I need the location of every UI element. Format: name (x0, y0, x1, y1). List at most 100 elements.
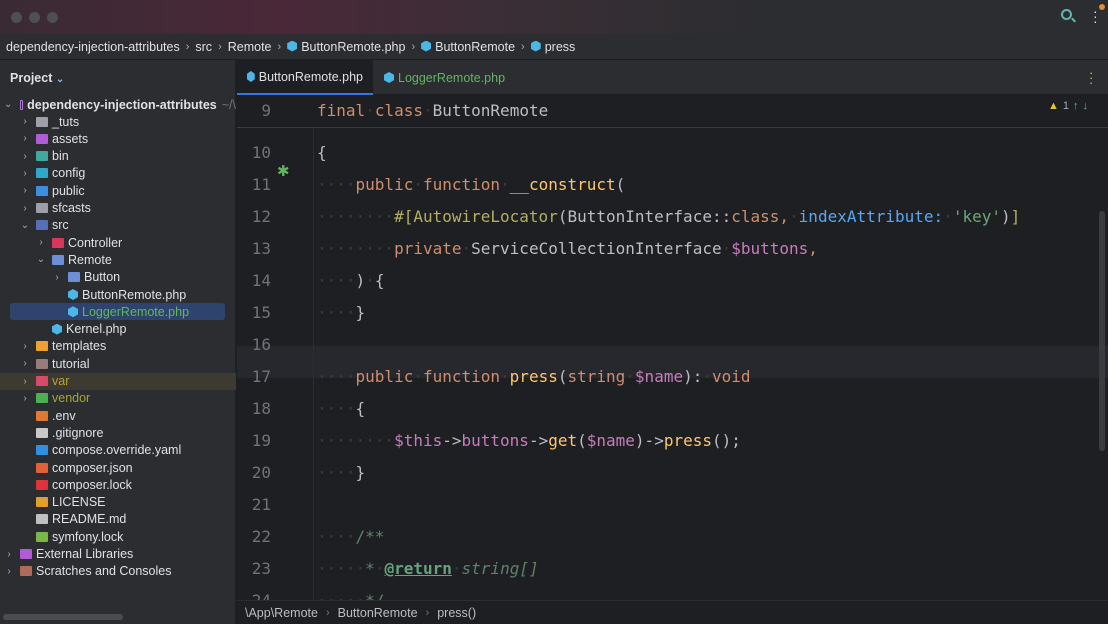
code-token: ···· (317, 367, 356, 386)
tab-button-remote[interactable]: ButtonRemote.php (237, 60, 373, 95)
inspection-widget[interactable]: ▲ 1 ↑ ↓ (1048, 100, 1088, 112)
code-line[interactable]: ········$this->buttons->get($name)->pres… (317, 431, 741, 450)
tree-item[interactable]: › templates (0, 338, 236, 355)
tree-item[interactable]: composer.json (0, 459, 236, 476)
tree-item-label: External Libraries (36, 547, 134, 561)
code-token: , (808, 239, 818, 258)
tree-root[interactable]: ⌄ dependency-injection-attributes ~/\ (0, 96, 236, 113)
code-line[interactable]: ····} (317, 463, 365, 482)
tree-item[interactable]: › public (0, 182, 236, 199)
code-token: ···· (317, 271, 356, 290)
breadcrumb-item[interactable]: src (195, 40, 212, 54)
folder-icon (20, 549, 32, 559)
code-line[interactable]: ········#[AutowireLocator(ButtonInterfac… (317, 207, 1020, 226)
chevron-right-icon: › (23, 133, 27, 145)
code-line[interactable]: final·class·ButtonRemote (317, 101, 548, 120)
project-view-selector[interactable]: Project ⌄ (10, 71, 64, 85)
code-line[interactable]: ····)·{ (317, 271, 384, 290)
tree-item[interactable]: › assets (0, 130, 236, 147)
tree-item[interactable]: › Button (0, 269, 236, 286)
breadcrumb-item[interactable]: ButtonRemote.php (287, 40, 405, 54)
chevron-right-icon: › (23, 358, 27, 370)
tree-item[interactable]: README.md (0, 511, 236, 528)
code-token: ): (683, 367, 703, 386)
tab-label: ButtonRemote.php (258, 69, 363, 84)
tree-item[interactable]: .gitignore (0, 424, 236, 441)
tree-item-label: src (52, 218, 69, 233)
code-line[interactable]: ········private·ServiceCollectionInterfa… (317, 239, 818, 258)
tree-item-label: vendor (52, 391, 91, 406)
breadcrumb-item[interactable]: ButtonRemote (421, 40, 515, 54)
tree-item[interactable]: compose.override.yaml (0, 442, 236, 459)
horizontal-scrollbar[interactable] (3, 614, 123, 620)
tree-item[interactable]: › sfcasts (0, 200, 236, 217)
code-token: } (355, 463, 366, 482)
code-line[interactable]: ·····*·@return·string[] (317, 559, 539, 578)
tree-item[interactable]: › vendor (0, 390, 236, 407)
tree-item[interactable]: › External Libraries (0, 546, 236, 563)
tree-item[interactable]: › bin (0, 148, 236, 165)
code-line[interactable]: { (317, 143, 327, 162)
close-window-button[interactable] (11, 12, 22, 23)
code-line[interactable]: ····/** (317, 527, 384, 546)
tree-item[interactable]: ButtonRemote.php (0, 286, 236, 303)
tree-item[interactable]: › _tuts (0, 113, 236, 130)
code-editor[interactable]: 9 final·class·ButtonRemote 10{11 ····public… (237, 96, 1108, 600)
tree-item[interactable]: .env (0, 407, 236, 424)
code-token: · (461, 239, 472, 258)
tree-item[interactable]: › config (0, 165, 236, 182)
previous-highlight-icon[interactable]: ↑ (1073, 100, 1079, 112)
code-token: , (779, 207, 790, 226)
code-token: (ButtonInterface:: (557, 207, 732, 226)
code-token: ···· (317, 175, 356, 194)
line-number: 22 (251, 527, 271, 546)
tree-item[interactable]: symfony.lock (0, 528, 236, 545)
project-panel: Project ⌄ ⌄ dependency-injection-attribu… (0, 60, 236, 624)
tree-item-label: assets (52, 131, 89, 146)
tree-item[interactable]: › tutorial (0, 355, 236, 372)
tree-item[interactable]: › Controller (0, 234, 236, 251)
code-token: $name (586, 431, 635, 450)
code-token: ········ (317, 431, 395, 450)
tree-item[interactable]: › var (0, 372, 236, 390)
chevron-right-icon: › (185, 40, 190, 53)
line-number: 12 (251, 207, 271, 226)
code-line[interactable]: ····{ (317, 399, 365, 418)
line-number: 21 (251, 495, 271, 514)
tree-item-label: Scratches and Consoles (36, 564, 172, 579)
tree-item[interactable]: › Scratches and Consoles (0, 563, 236, 580)
line-number: 24 (237, 591, 271, 600)
code-line[interactable]: ····public·function·__construct( (317, 175, 625, 194)
minimize-window-button[interactable] (29, 12, 40, 23)
status-breadcrumb-item[interactable]: \App\Remote (245, 606, 318, 620)
status-breadcrumb-item[interactable]: ButtonRemote (338, 606, 418, 620)
code-token: string (567, 367, 626, 386)
code-token: @return (384, 559, 452, 578)
code-token: · (451, 559, 462, 578)
tree-item[interactable]: ⌄ Remote (0, 251, 236, 268)
tab-options-icon[interactable]: · · · (1089, 66, 1093, 89)
code-token: function (422, 367, 501, 386)
vertical-scrollbar[interactable] (1099, 211, 1105, 451)
code-line[interactable]: ····} (317, 303, 365, 322)
next-highlight-icon[interactable]: ↓ (1083, 100, 1089, 112)
tree-item[interactable]: LICENSE (0, 494, 236, 511)
tree-item[interactable]: composer.lock (0, 476, 236, 493)
breadcrumb-item[interactable]: Remote (228, 40, 272, 54)
maximize-window-button[interactable] (47, 12, 58, 23)
breadcrumb-item[interactable]: dependency-injection-attributes (6, 40, 180, 54)
implementation-gutter-icon[interactable]: ✱ (277, 162, 290, 180)
tree-item[interactable]: ⌄ src (0, 217, 236, 234)
code-token: { (355, 399, 366, 418)
more-menu-icon[interactable]: · · · (1093, 4, 1098, 28)
tab-logger-remote[interactable]: LoggerRemote.php (374, 60, 515, 95)
notification-dot (1099, 4, 1105, 10)
tree-item[interactable]: LoggerRemote.php (10, 303, 225, 321)
code-token: · (500, 367, 510, 386)
chevron-right-icon: › (23, 116, 27, 127)
code-line[interactable]: ····public·function·press(string·$name):… (317, 367, 751, 386)
tree-item[interactable]: Kernel.php (0, 321, 236, 338)
status-breadcrumb-item[interactable]: press() (437, 606, 476, 620)
code-line[interactable]: ·····*/ (317, 591, 384, 600)
breadcrumb-item[interactable]: press (530, 40, 575, 54)
